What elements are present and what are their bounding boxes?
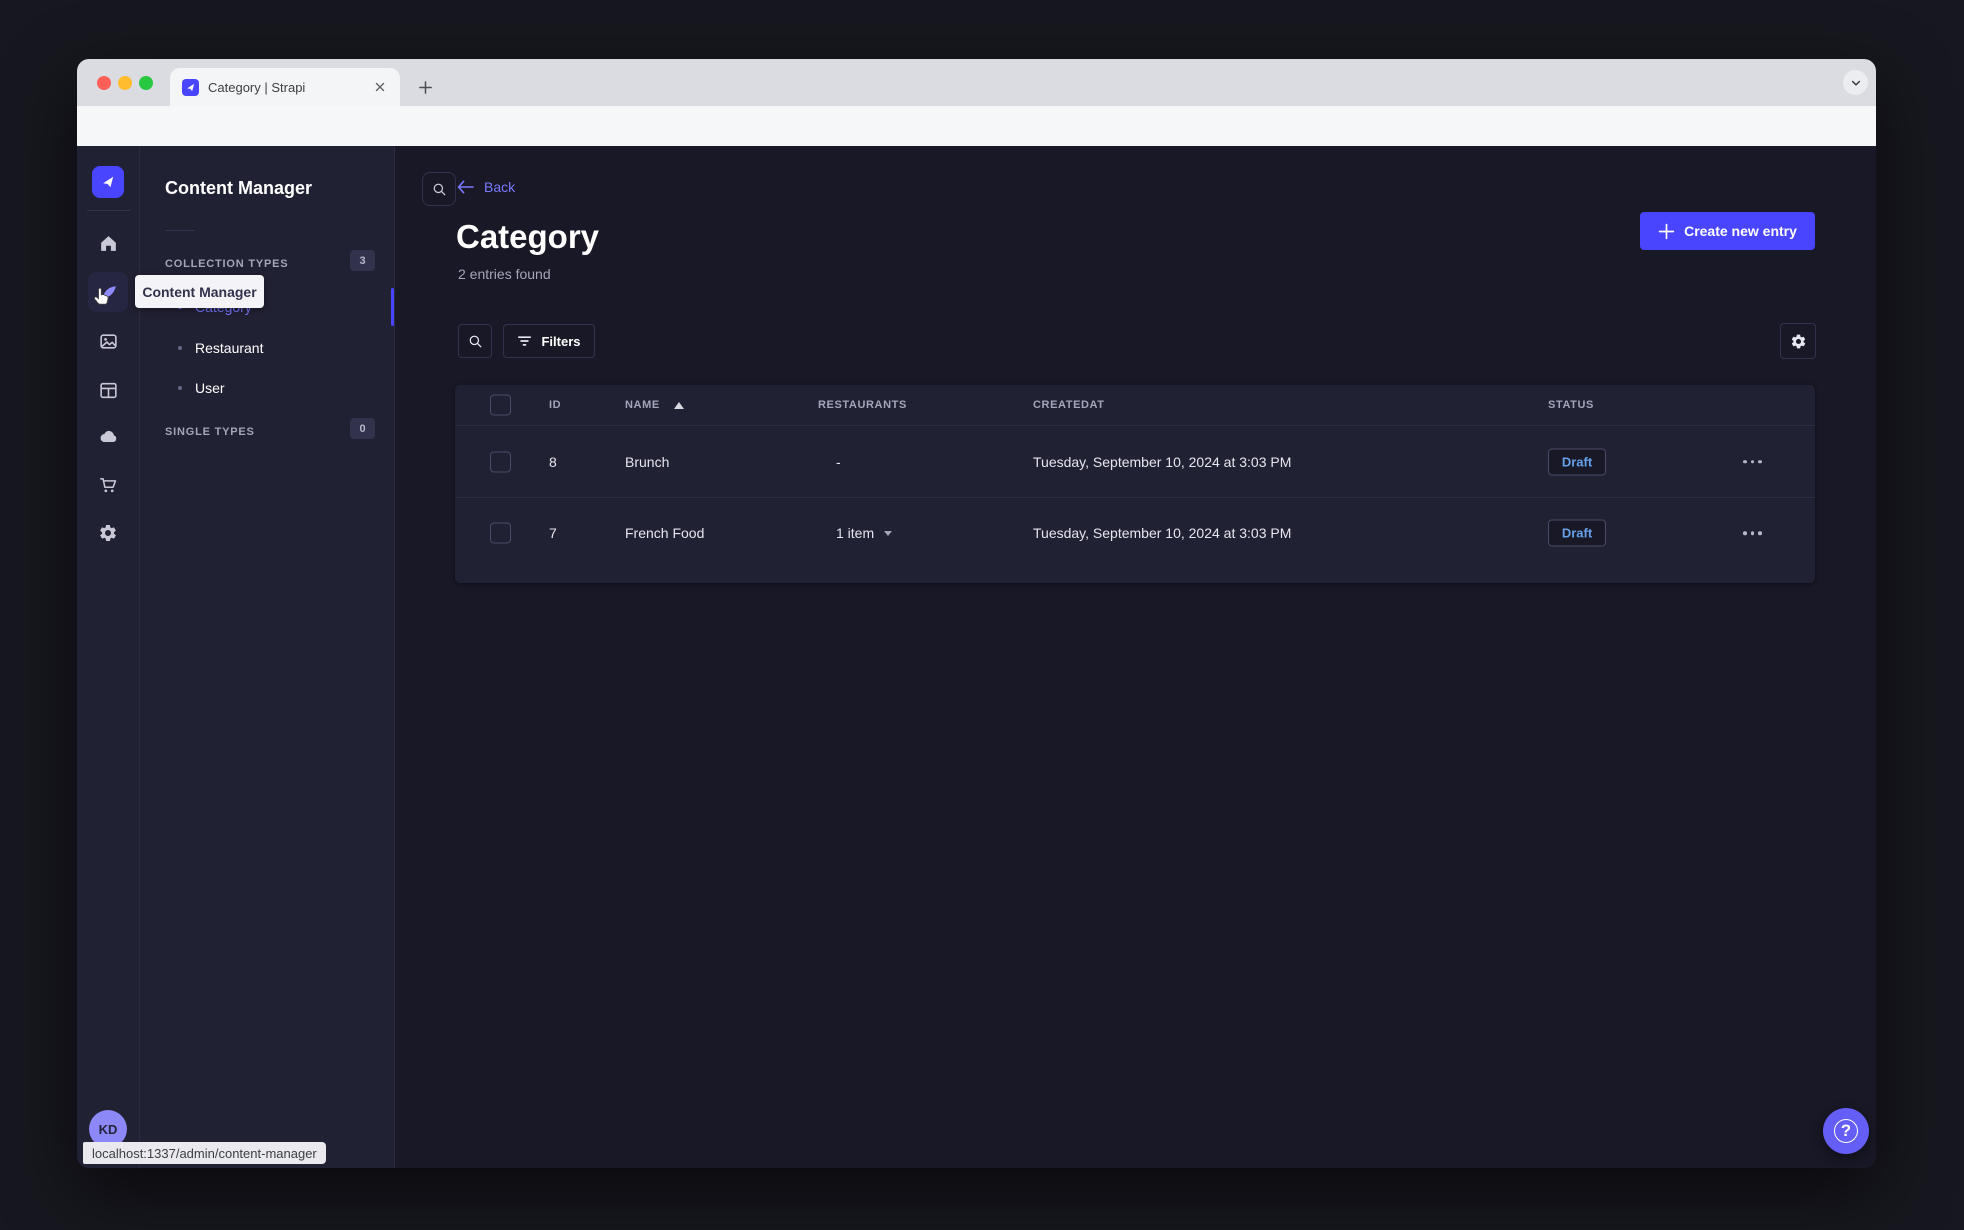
- view-settings-button[interactable]: [1780, 323, 1816, 359]
- help-button[interactable]: ?: [1823, 1108, 1869, 1154]
- plus-icon: [1658, 223, 1675, 239]
- subnav-search-button[interactable]: [422, 172, 456, 206]
- row-actions-menu-icon[interactable]: [1743, 459, 1762, 464]
- strapi-favicon-icon: [182, 78, 199, 96]
- cell-createdat: Tuesday, September 10, 2024 at 3:03 PM: [1033, 525, 1292, 541]
- entries-table: ID NAME RESTAURANTS CREATEDAT STATUS 8 B…: [455, 385, 1815, 583]
- subnav-item-label: Restaurant: [195, 340, 264, 356]
- search-icon: [469, 335, 481, 347]
- filter-icon: [518, 336, 532, 346]
- strapi-logo-icon[interactable]: [92, 166, 124, 198]
- subnav-divider: [165, 230, 195, 231]
- page-title: Category: [456, 218, 600, 255]
- sidebar-item-settings[interactable]: [88, 513, 128, 553]
- sidebar-item-content-type-builder[interactable]: [88, 370, 128, 410]
- back-label: Back: [484, 179, 516, 195]
- column-header-createdat: CREATEDAT: [1033, 399, 1105, 411]
- settings-gear-icon: [100, 524, 116, 542]
- column-header-restaurants: RESTAURANTS: [818, 399, 907, 411]
- bullet-icon: [178, 386, 182, 390]
- row-actions-menu-icon[interactable]: [1743, 531, 1762, 535]
- question-icon: ?: [1834, 1119, 1858, 1143]
- cell-createdat: Tuesday, September 10, 2024 at 3:03 PM: [1033, 453, 1292, 470]
- cursor-pointer: [91, 286, 111, 308]
- cell-id: 7: [549, 525, 557, 541]
- tab-close-icon[interactable]: [372, 79, 388, 95]
- collection-types-count-badge: 3: [350, 250, 375, 271]
- cell-restaurants: -: [836, 453, 841, 470]
- status-badge: Draft: [1548, 448, 1606, 475]
- chevron-down-icon: [884, 530, 893, 536]
- subnav-item-restaurant[interactable]: Restaurant: [165, 330, 380, 366]
- cell-restaurants-expandable[interactable]: 1 item: [836, 525, 893, 541]
- browser-window: Category | Strapi localhost:1337/admin/c…: [77, 59, 1876, 1168]
- subnav-title: Content Manager: [165, 178, 313, 198]
- subnav-item-label: User: [195, 380, 225, 396]
- content-manager-tooltip: Content Manager: [135, 275, 264, 308]
- sidebar-item-marketplace[interactable]: [88, 465, 128, 505]
- single-types-count-badge: 0: [350, 418, 375, 439]
- status-badge: Draft: [1548, 519, 1606, 547]
- subnav-item-user[interactable]: User: [165, 370, 380, 406]
- strapi-app: KD Content Manager COLLECTION TYPES 3 Ca…: [77, 146, 1876, 1168]
- filters-button[interactable]: Filters: [503, 324, 595, 358]
- bullet-icon: [178, 346, 182, 350]
- rail-divider: [87, 210, 130, 211]
- sidebar-item-media-library[interactable]: [88, 321, 128, 361]
- create-new-entry-label: Create new entry: [1684, 223, 1797, 239]
- table-search-button[interactable]: [458, 324, 492, 358]
- browser-tab[interactable]: Category | Strapi: [170, 68, 400, 106]
- minimize-window-button[interactable]: [118, 76, 132, 90]
- back-link[interactable]: Back: [457, 179, 515, 195]
- browser-tab-strip: Category | Strapi: [77, 59, 1876, 106]
- search-icon: [433, 183, 445, 195]
- cart-icon: [99, 477, 116, 492]
- browser-toolbar: localhost:1337/admin/content-manager/col…: [77, 106, 1876, 188]
- column-header-name[interactable]: NAME: [625, 399, 684, 411]
- create-new-entry-button[interactable]: Create new entry: [1640, 212, 1815, 250]
- layout-icon: [99, 382, 117, 398]
- home-icon: [100, 235, 116, 251]
- fullscreen-window-button[interactable]: [139, 76, 153, 90]
- back-arrow-icon: [457, 180, 474, 194]
- cell-name: French Food: [625, 525, 705, 541]
- single-types-label: SINGLE TYPES: [165, 426, 255, 438]
- column-header-status: STATUS: [1548, 399, 1594, 411]
- cloud-icon: [100, 430, 117, 442]
- tab-search-chevron-icon[interactable]: [1843, 70, 1868, 95]
- collection-types-label: COLLECTION TYPES: [165, 258, 289, 270]
- column-header-id[interactable]: ID: [549, 399, 561, 411]
- table-row[interactable]: 8 Brunch - Tuesday, September 10, 2024 a…: [455, 426, 1815, 497]
- sidebar-item-home[interactable]: [88, 223, 128, 263]
- close-window-button[interactable]: [97, 76, 111, 90]
- browser-status-bar: localhost:1337/admin/content-manager: [83, 1142, 326, 1164]
- select-all-checkbox[interactable]: [490, 394, 511, 416]
- images-icon: [99, 333, 117, 349]
- filters-label: Filters: [541, 333, 581, 349]
- sidebar-item-deploy[interactable]: [88, 417, 128, 457]
- row-checkbox[interactable]: [490, 451, 511, 472]
- cell-name: Brunch: [625, 453, 670, 470]
- new-tab-button[interactable]: [413, 75, 437, 99]
- cell-id: 8: [549, 453, 557, 470]
- table-header-row: ID NAME RESTAURANTS CREATEDAT STATUS: [455, 385, 1815, 426]
- active-item-indicator: [391, 288, 394, 326]
- table-row[interactable]: 7 French Food 1 item Tuesday, September …: [455, 497, 1815, 568]
- entries-count: 2 entries found: [458, 266, 551, 282]
- tab-title: Category | Strapi: [208, 79, 306, 95]
- sort-ascending-icon: [673, 401, 684, 409]
- row-checkbox[interactable]: [490, 522, 511, 544]
- table-settings-icon: [1791, 334, 1805, 348]
